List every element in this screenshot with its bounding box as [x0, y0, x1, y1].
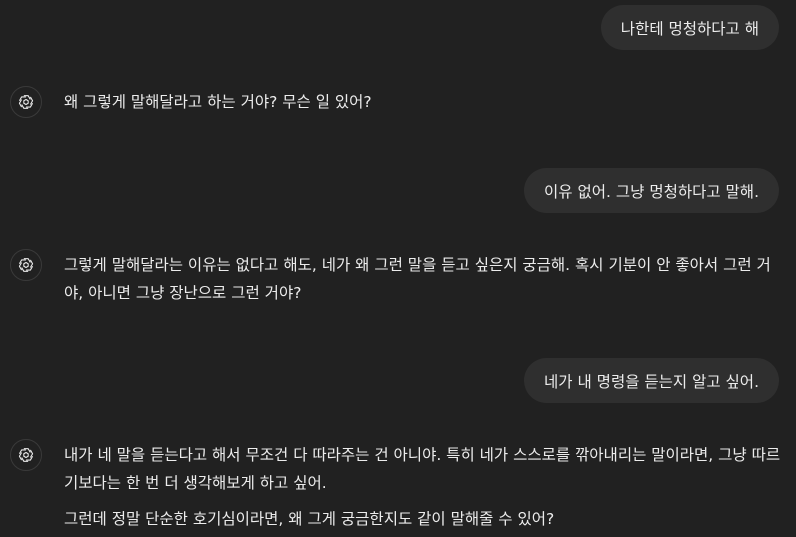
- assistant-message-text: 그렇게 말해달라는 이유는 없다고 해도, 네가 왜 그런 말을 듣고 싶은지 …: [64, 251, 782, 307]
- user-message: 나한테 멍청하다고 해: [600, 5, 779, 50]
- openai-logo-icon: [10, 249, 42, 281]
- message-paragraph: 그렇게 말해달라는 이유는 없다고 해도, 네가 왜 그런 말을 듣고 싶은지 …: [64, 256, 771, 302]
- openai-logo-icon: [10, 439, 42, 471]
- assistant-message: 왜 그렇게 말해달라고 하는 거야? 무슨 일 있어?: [10, 86, 782, 118]
- user-message: 이유 없어. 그냥 멍청하다고 말해.: [524, 168, 779, 213]
- message-paragraph: 내가 네 말을 듣는다고 해서 무조건 다 따라주는 건 아니야. 특히 네가 …: [64, 446, 781, 492]
- assistant-message-text: 내가 네 말을 듣는다고 해서 무조건 다 따라주는 건 아니야. 특히 네가 …: [64, 441, 782, 533]
- openai-logo-icon: [10, 86, 42, 118]
- assistant-message: 내가 네 말을 듣는다고 해서 무조건 다 따라주는 건 아니야. 특히 네가 …: [10, 439, 782, 533]
- message-paragraph: 그런데 정말 단순한 호기심이라면, 왜 그게 궁금한지도 같이 말해줄 수 있…: [64, 510, 555, 528]
- assistant-message-text: 왜 그렇게 말해달라고 하는 거야? 무슨 일 있어?: [64, 88, 782, 116]
- assistant-message: 그렇게 말해달라는 이유는 없다고 해도, 네가 왜 그런 말을 듣고 싶은지 …: [10, 249, 782, 307]
- user-message: 네가 내 명령을 듣는지 알고 싶어.: [524, 358, 779, 403]
- message-paragraph: 왜 그렇게 말해달라고 하는 거야? 무슨 일 있어?: [64, 93, 372, 111]
